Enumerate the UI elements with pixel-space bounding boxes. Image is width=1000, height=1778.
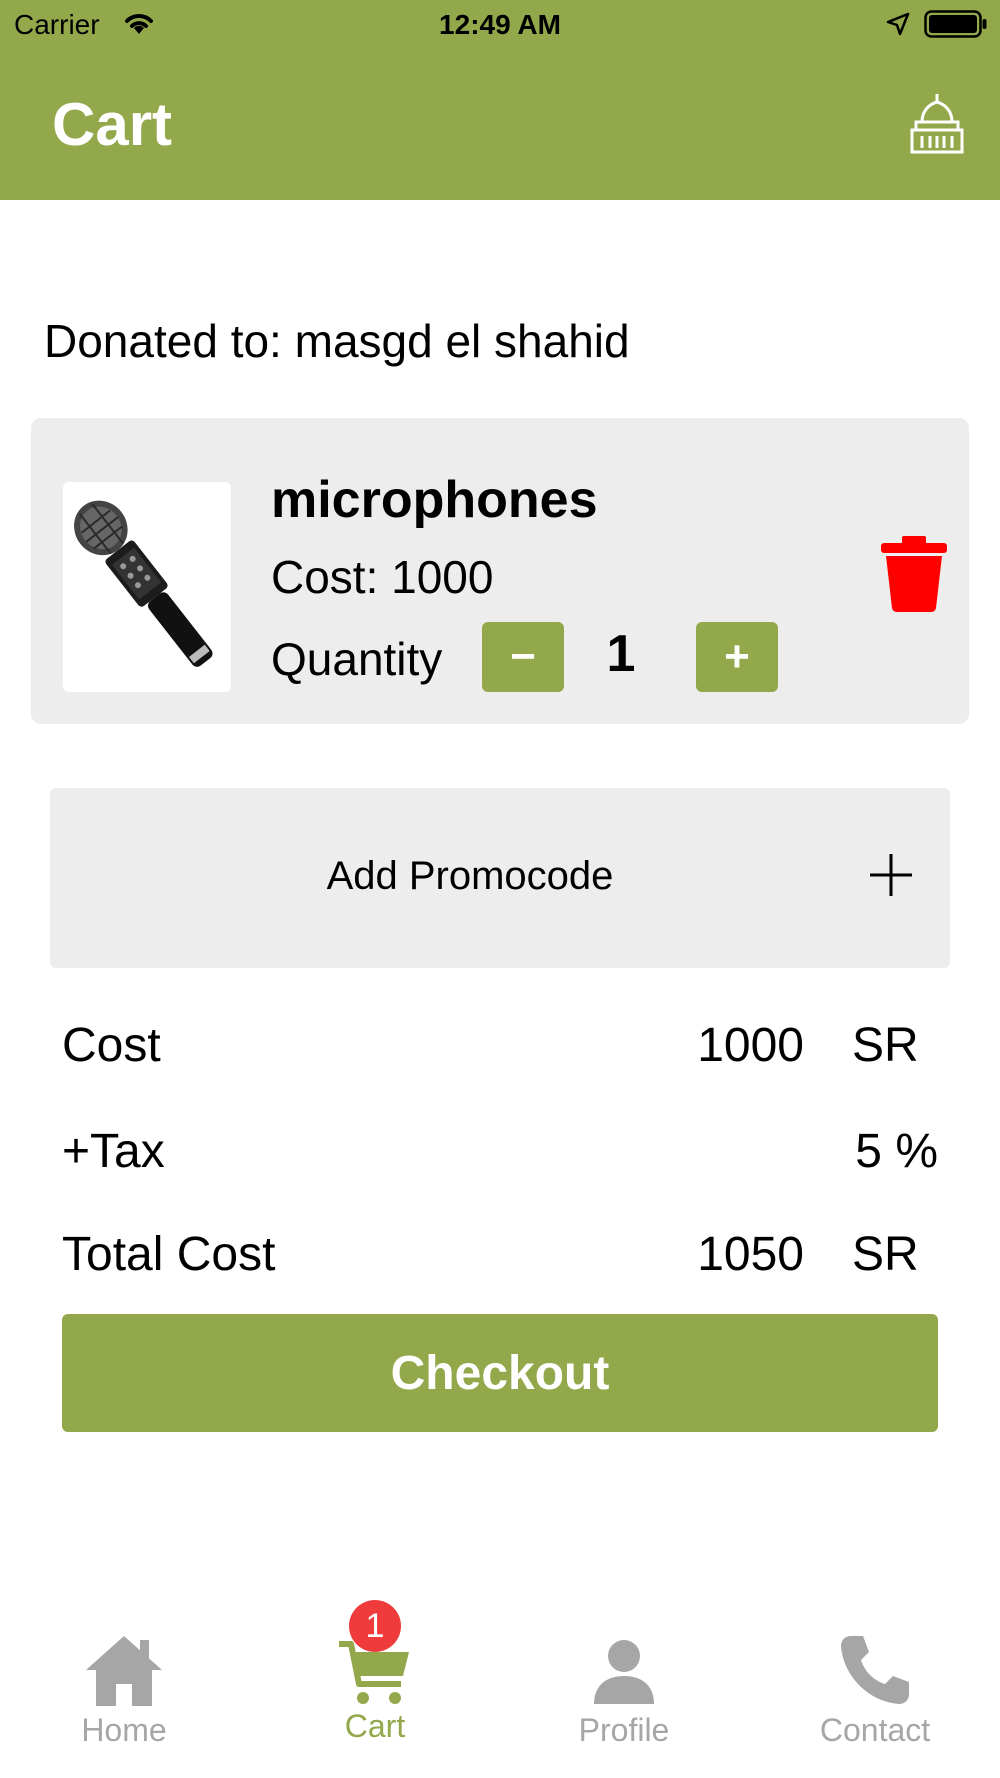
tab-profile[interactable]: Profile <box>524 1600 724 1778</box>
quantity-value: 1 <box>606 625 636 683</box>
clock: 12:49 AM <box>439 9 561 40</box>
cart-screen: Carrier 12:49 AM Cart Donated to: masgd … <box>0 0 1000 1778</box>
add-promocode-button[interactable]: Add Promocode <box>50 788 950 968</box>
promocode-label: Add Promocode <box>326 854 614 898</box>
tab-label: Profile <box>578 1712 670 1748</box>
tab-cart[interactable]: 1 Cart <box>275 1600 475 1778</box>
cost-unit: SR <box>852 1019 919 1072</box>
donated-to-text: Donated to: masgd el shahid <box>44 315 630 367</box>
cost-value: 1000 <box>697 1019 804 1072</box>
product-cost: Cost: 1000 <box>271 551 494 603</box>
battery-icon <box>924 10 987 38</box>
header-bar: Carrier 12:49 AM Cart <box>0 0 1000 200</box>
total-label: Total Cost <box>62 1228 276 1281</box>
phone-icon <box>841 1636 909 1704</box>
page-title: Cart <box>52 91 173 158</box>
cost-row: Cost 1000 SR <box>62 1018 938 1078</box>
cart-count-badge: 1 <box>349 1600 401 1652</box>
total-value: 1050 <box>697 1228 804 1281</box>
mosque-icon[interactable] <box>908 92 966 156</box>
increase-quantity-button[interactable]: + <box>696 622 778 692</box>
tab-bar: Home 1 Cart Profile Contact <box>0 1600 1000 1778</box>
product-name: microphones <box>271 471 598 529</box>
status-bar: Carrier 12:49 AM <box>0 0 1000 50</box>
microphone-image <box>63 482 231 692</box>
trash-icon[interactable] <box>879 534 949 614</box>
home-icon <box>86 1636 162 1706</box>
decrease-quantity-button[interactable]: − <box>482 622 564 692</box>
tab-label: Contact <box>819 1712 931 1748</box>
checkout-button[interactable]: Checkout <box>62 1314 938 1432</box>
tax-row: +Tax 5 % <box>62 1124 938 1184</box>
total-unit: SR <box>852 1228 919 1281</box>
tab-label: Home <box>81 1712 167 1748</box>
product-image <box>63 482 231 692</box>
location-arrow-icon <box>886 12 910 36</box>
profile-icon <box>594 1640 654 1704</box>
tax-label: +Tax <box>62 1125 165 1178</box>
total-row: Total Cost 1050 SR <box>62 1227 938 1287</box>
tab-label: Cart <box>344 1708 406 1744</box>
cost-label: Cost <box>62 1019 161 1072</box>
tax-value: 5 % <box>855 1125 938 1178</box>
plus-icon <box>870 854 912 896</box>
tab-contact[interactable]: Contact <box>775 1600 975 1778</box>
tab-home[interactable]: Home <box>24 1600 224 1778</box>
quantity-label: Quantity <box>271 633 443 685</box>
cart-item-card: microphones Cost: 1000 Quantity − 1 + <box>31 418 969 724</box>
